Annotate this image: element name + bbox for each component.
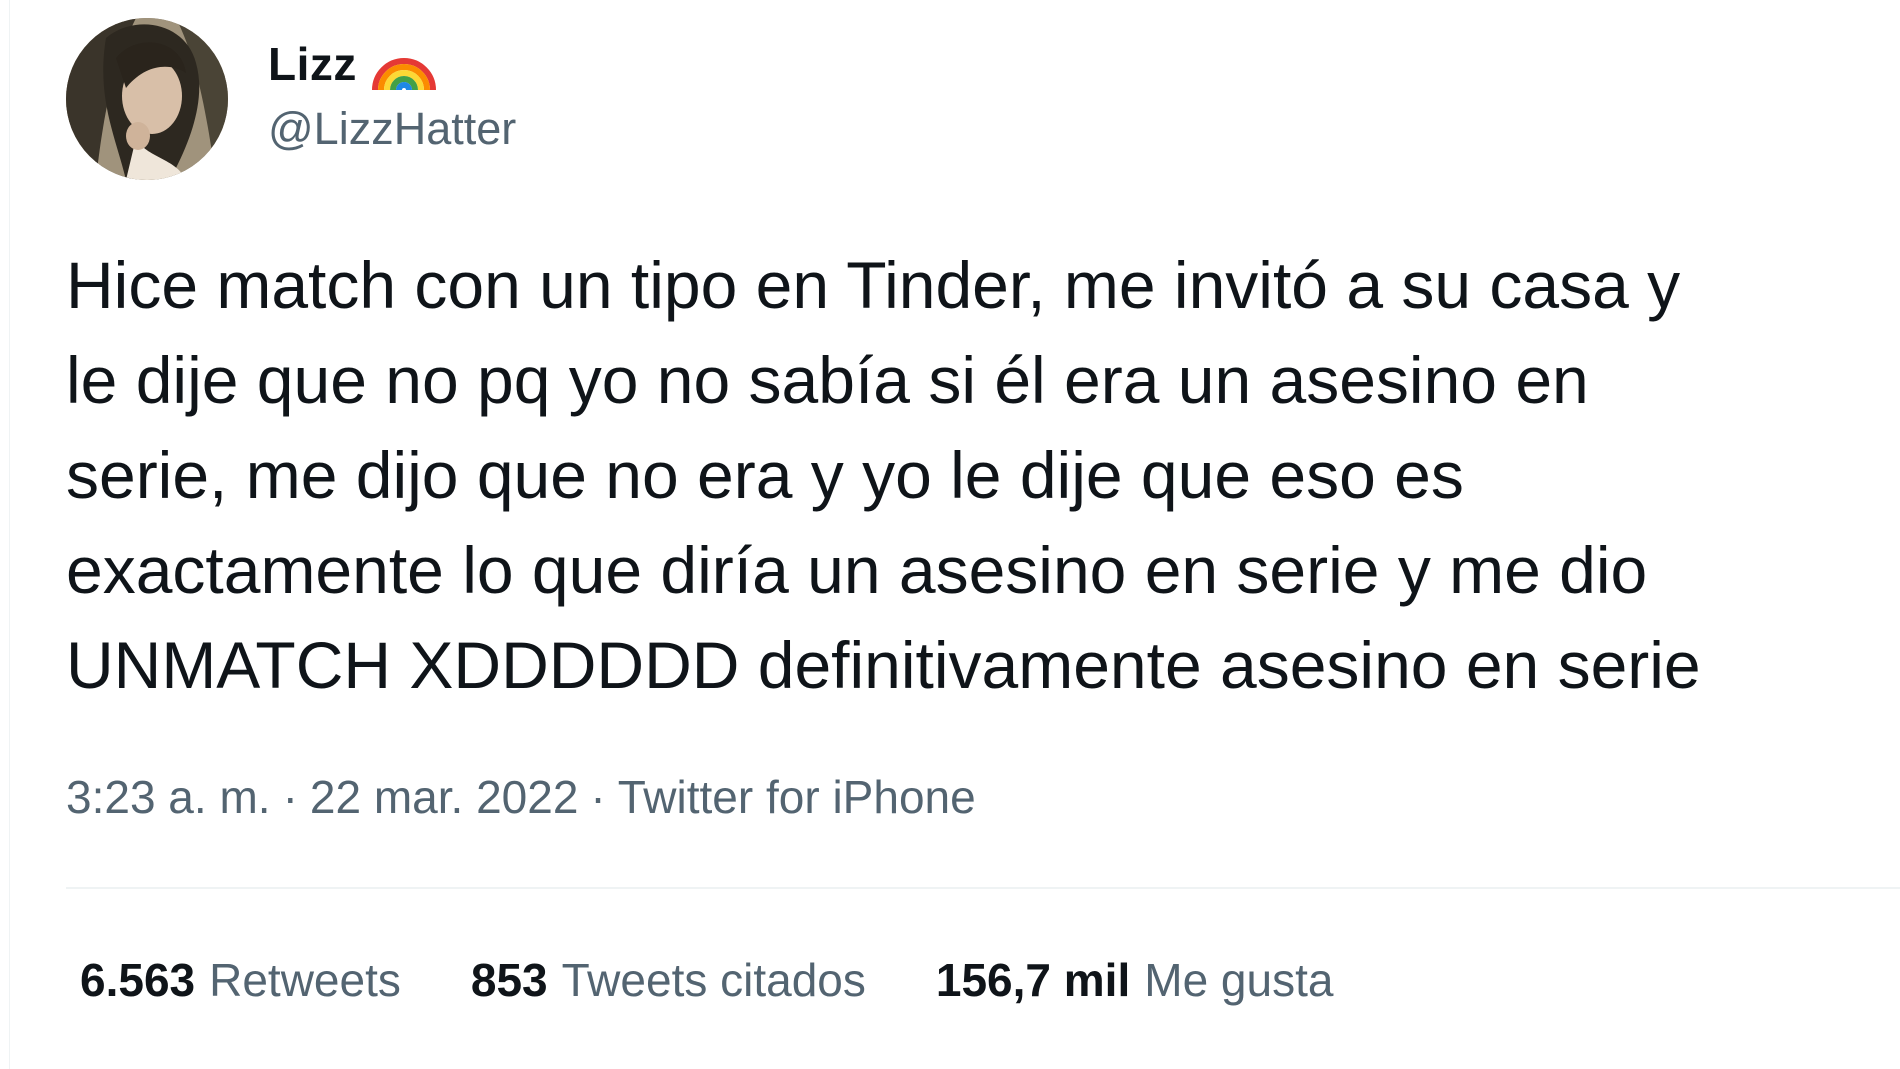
tweet-source[interactable]: Twitter for iPhone <box>618 771 976 823</box>
quote-tweets-stat[interactable]: 853 Tweets citados <box>471 953 866 1007</box>
author-display-name[interactable]: Lizz <box>268 37 357 91</box>
meta-separator: · <box>590 771 606 823</box>
tweet-time[interactable]: 3:23 a. m. <box>66 771 271 823</box>
quote-tweets-count: 853 <box>470 954 548 1006</box>
avatar[interactable] <box>66 18 228 180</box>
tweet-text-line: exactamente lo que diría un asesino en s… <box>66 533 1648 607</box>
tweet-text-line: UNMATCH XDDDDDD definitivamente asesino … <box>66 628 1701 702</box>
likes-stat[interactable]: 156,7 mil Me gusta <box>936 953 1334 1007</box>
meta-separator: · <box>282 771 298 823</box>
timeline-border <box>0 0 10 1069</box>
author-name-row[interactable]: Lizz <box>268 34 437 94</box>
divider <box>66 887 1900 889</box>
tweet-text-line: serie, me dijo que no era y yo le dije q… <box>66 438 1464 512</box>
author-handle[interactable]: @LizzHatter <box>268 103 516 155</box>
retweets-stat[interactable]: 6.563 Retweets <box>80 953 401 1007</box>
tweet-card: Lizz @LizzHatter Hice match con un tipo … <box>0 0 1900 1069</box>
tweet-text-line: le dije que no pq yo no sabía si él era … <box>66 343 1589 417</box>
likes-count: 156,7 mil <box>935 954 1131 1006</box>
avatar-photo <box>66 18 228 180</box>
quote-tweets-label: Tweets citados <box>561 954 866 1006</box>
retweets-count: 6.563 <box>80 954 196 1006</box>
tweet-metadata: 3:23 a. m. · 22 mar. 2022 · Twitter for iPho… <box>66 770 976 824</box>
tweet-date[interactable]: 22 mar. 2022 <box>310 771 579 823</box>
rainbow-icon <box>371 58 436 91</box>
tweet-text: Hice match con un tipo en Tinder, me inv… <box>66 238 1900 713</box>
likes-label: Me gusta <box>1144 954 1334 1006</box>
tweet-stats: 6.563 Retweets 853 Tweets citados 156,7 mi… <box>80 950 1403 1010</box>
retweets-label: Retweets <box>209 954 401 1006</box>
tweet-text-line: Hice match con un tipo en Tinder, me inv… <box>66 248 1681 322</box>
